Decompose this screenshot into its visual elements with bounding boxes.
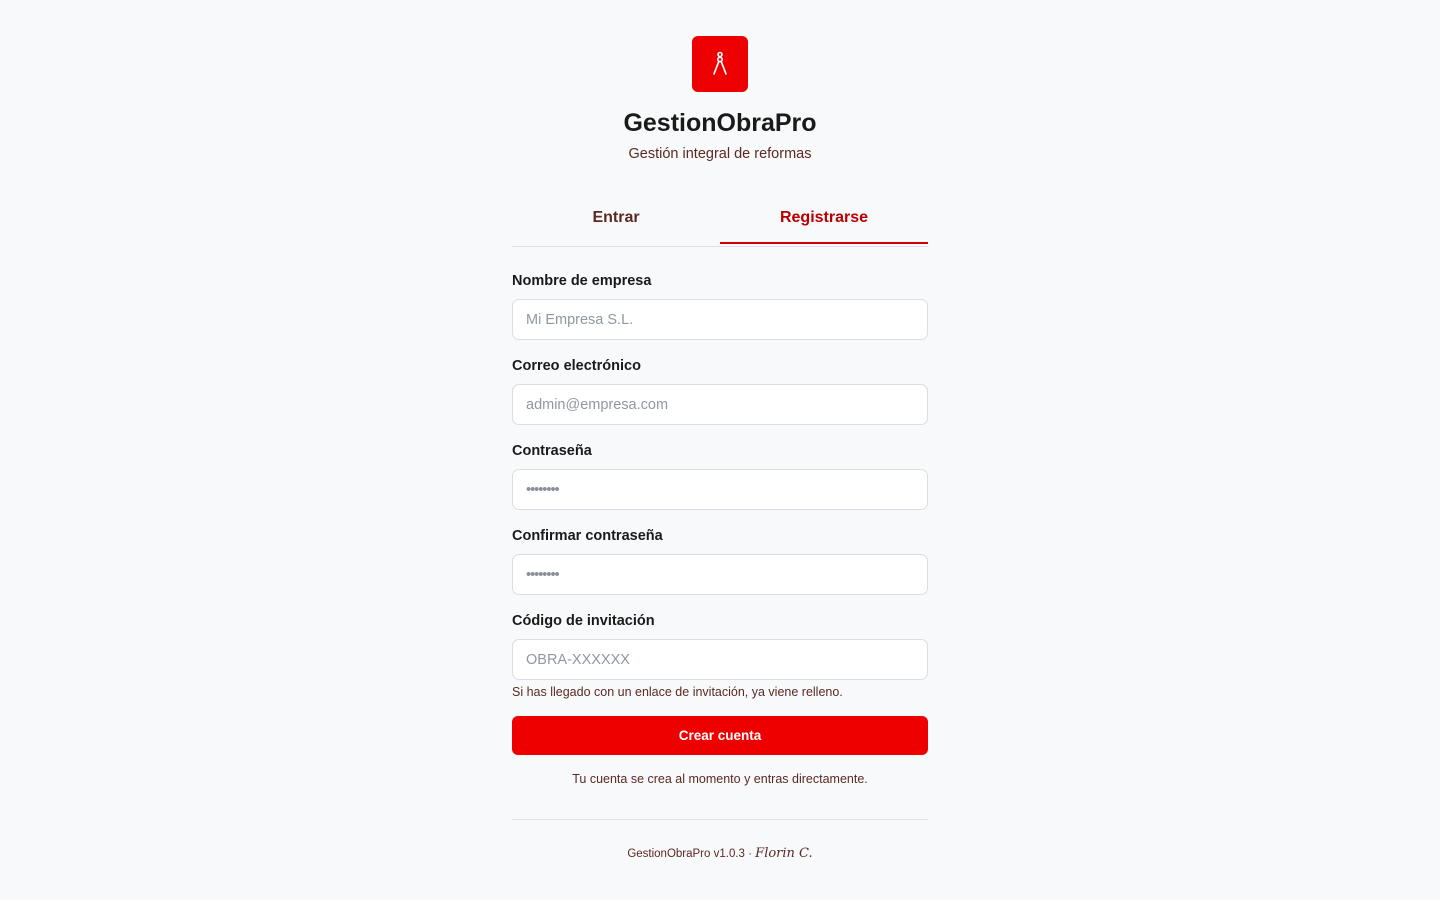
account-note: Tu cuenta se crea al momento y entras di… (572, 772, 868, 786)
register-page: GestionObraPro Gestión integral de refor… (0, 0, 1440, 900)
footer-divider (512, 819, 928, 820)
version-text: GestionObraPro v1.0.3 · (627, 848, 752, 860)
app-title: GestionObraPro (623, 109, 817, 137)
email-input[interactable] (512, 384, 928, 425)
tab-register[interactable]: Registrarse (720, 198, 928, 244)
invite-code-label: Código de invitación (512, 613, 655, 629)
app-subtitle: Gestión integral de reformas (628, 146, 812, 162)
confirm-password-input[interactable] (512, 554, 928, 595)
invite-code-input[interactable] (512, 639, 928, 680)
email-label: Correo electrónico (512, 358, 641, 374)
password-label: Contraseña (512, 443, 592, 459)
invite-hint: Si has llegado con un enlace de invitaci… (512, 685, 843, 699)
company-input[interactable] (512, 299, 928, 340)
confirm-password-label: Confirmar contraseña (512, 528, 663, 544)
drafting-compass-icon (713, 51, 727, 75)
tab-login[interactable]: Entrar (512, 198, 720, 244)
register-form: Nombre de empresa Correo electrónico Con… (512, 272, 928, 786)
author-signature: Florin C. (755, 846, 813, 861)
app-logo (692, 36, 748, 92)
password-field: Contraseña (512, 442, 928, 527)
footer: GestionObraPro v1.0.3 · Florin C. (512, 845, 928, 863)
confirm-password-field: Confirmar contraseña (512, 527, 928, 612)
create-account-button[interactable]: Crear cuenta (512, 716, 928, 755)
password-input[interactable] (512, 469, 928, 510)
auth-tabs: Entrar Registrarse (512, 198, 928, 247)
email-field: Correo electrónico (512, 357, 928, 442)
company-field: Nombre de empresa (512, 272, 928, 357)
company-label: Nombre de empresa (512, 273, 652, 289)
